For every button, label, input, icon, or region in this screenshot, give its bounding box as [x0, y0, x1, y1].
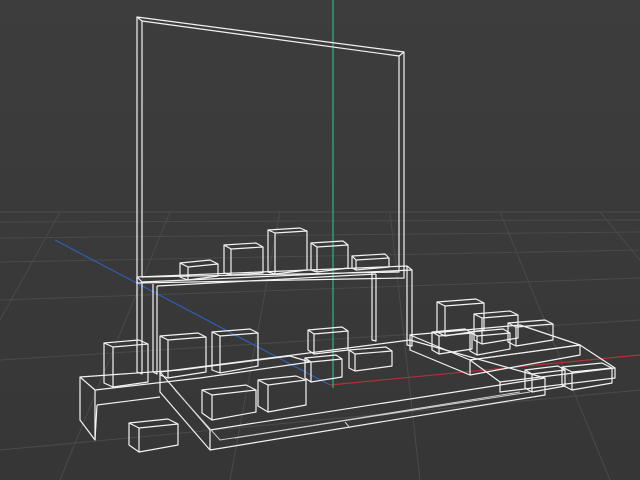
backdrop-panel[interactable] — [136, 16, 405, 284]
box[interactable] — [257, 375, 307, 413]
box[interactable] — [201, 384, 257, 421]
scene-wireframe[interactable] — [0, 0, 640, 480]
floor-grid — [0, 211, 640, 480]
box[interactable] — [304, 354, 343, 383]
left-step-platform[interactable] — [79, 355, 311, 441]
box[interactable] — [469, 328, 511, 356]
box[interactable] — [223, 242, 264, 276]
3d-viewport[interactable] — [0, 0, 640, 480]
right-step-platform[interactable] — [409, 324, 616, 393]
box[interactable] — [310, 240, 349, 273]
base-platform[interactable] — [159, 339, 546, 451]
box[interactable] — [348, 346, 393, 372]
box[interactable] — [179, 259, 219, 281]
box[interactable] — [561, 362, 613, 391]
